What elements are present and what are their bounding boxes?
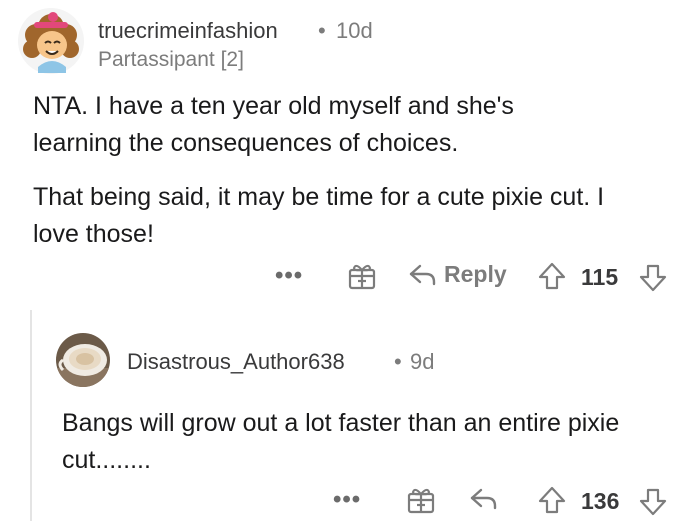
meta-separator: • xyxy=(318,18,326,43)
award-gift-icon[interactable] xyxy=(406,485,436,515)
comment-age: 9d xyxy=(410,349,435,374)
downvote-arrow-icon[interactable] xyxy=(638,487,668,517)
comment-body: Bangs will grow out a lot faster than an… xyxy=(62,409,620,474)
more-options-button[interactable]: ••• xyxy=(333,486,361,514)
more-options-button[interactable]: ••• xyxy=(275,262,303,290)
upvote-arrow-icon[interactable] xyxy=(537,485,567,515)
comment-author[interactable]: truecrimeinfashion xyxy=(98,18,278,44)
thread-line[interactable] xyxy=(30,310,32,521)
user-flair: Partassipant [2] xyxy=(98,48,244,71)
upvote-arrow-icon[interactable] xyxy=(537,261,567,291)
reply-label: Reply xyxy=(444,261,507,287)
award-gift-icon[interactable] xyxy=(347,261,377,291)
comment-paragraph: NTA. I have a ten year old myself and sh… xyxy=(33,92,514,157)
meta-separator: • xyxy=(394,349,402,374)
user-avatar[interactable] xyxy=(55,332,111,388)
user-avatar[interactable] xyxy=(16,5,86,77)
comment-author[interactable]: Disastrous_Author638 xyxy=(127,349,345,375)
reply-arrow-icon[interactable] xyxy=(469,486,499,512)
reply-button[interactable]: Reply xyxy=(408,261,507,288)
vote-score: 115 xyxy=(581,264,619,290)
vote-score: 136 xyxy=(581,488,620,514)
reply-arrow-icon xyxy=(408,262,438,288)
comment-body: NTA. I have a ten year old myself and sh… xyxy=(33,88,673,253)
comment-paragraph: That being said, it may be time for a cu… xyxy=(33,183,605,248)
comment-age: 10d xyxy=(336,18,373,43)
downvote-arrow-icon[interactable] xyxy=(638,263,668,293)
